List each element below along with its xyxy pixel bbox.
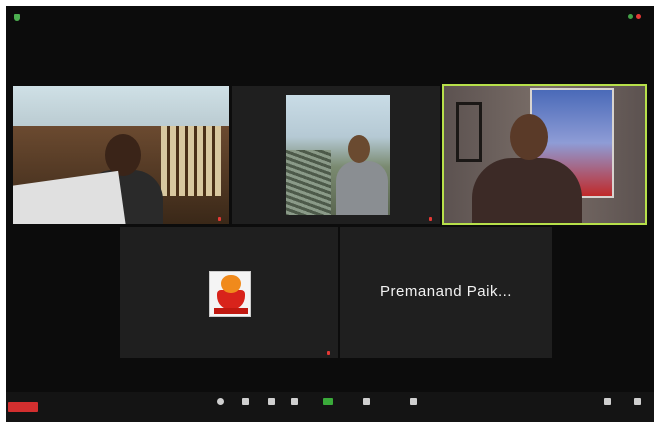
more-button[interactable] <box>624 398 650 408</box>
security-button[interactable] <box>232 398 258 408</box>
muted-mic-icon <box>327 350 330 355</box>
participant-tile-1[interactable] <box>13 86 229 224</box>
shield-icon <box>14 14 20 21</box>
participant-display-name: Premanand Paik... <box>380 283 512 300</box>
view-icon <box>603 398 611 405</box>
participant-tile-active-speaker[interactable] <box>442 84 647 225</box>
more-actions-button[interactable] <box>281 398 307 408</box>
more-actions-icon <box>290 398 298 405</box>
reactions-icon <box>409 398 417 405</box>
participant-tile-4[interactable] <box>120 227 338 358</box>
participants-icon <box>267 398 275 405</box>
share-icon <box>323 398 333 405</box>
bookshelf-image <box>161 126 221 196</box>
participant-video <box>286 95 390 215</box>
video-background <box>13 86 229 131</box>
muted-mic-icon <box>429 216 432 221</box>
chat-icon <box>362 398 370 405</box>
reactions-button[interactable] <box>400 398 426 408</box>
profile-logo-image <box>209 271 251 317</box>
recording-icon <box>636 14 641 19</box>
meeting-window: Premanand Paik... <box>6 6 654 422</box>
share-screen-button[interactable] <box>315 398 341 408</box>
participant-video <box>472 114 582 223</box>
participant-figure <box>336 135 388 215</box>
participant-name <box>327 350 332 355</box>
participant-tile-2[interactable] <box>232 86 440 224</box>
participant-name <box>218 216 223 221</box>
more-icon <box>633 398 641 405</box>
participant-tile-5[interactable]: Premanand Paik... <box>340 227 552 358</box>
connection-icon <box>628 14 633 19</box>
leave-button[interactable] <box>8 402 38 412</box>
chat-button[interactable] <box>353 398 379 408</box>
toolbar-button-1[interactable] <box>207 398 233 408</box>
view-button[interactable] <box>594 398 620 408</box>
view-controls[interactable] <box>628 14 644 19</box>
meeting-toolbar <box>6 392 654 422</box>
meeting-info[interactable] <box>14 14 23 21</box>
security-icon <box>241 398 249 405</box>
circle-icon <box>216 398 224 405</box>
video-background-road <box>286 150 331 215</box>
muted-mic-icon <box>218 216 221 221</box>
top-bar <box>6 6 654 32</box>
participant-name <box>429 216 434 221</box>
